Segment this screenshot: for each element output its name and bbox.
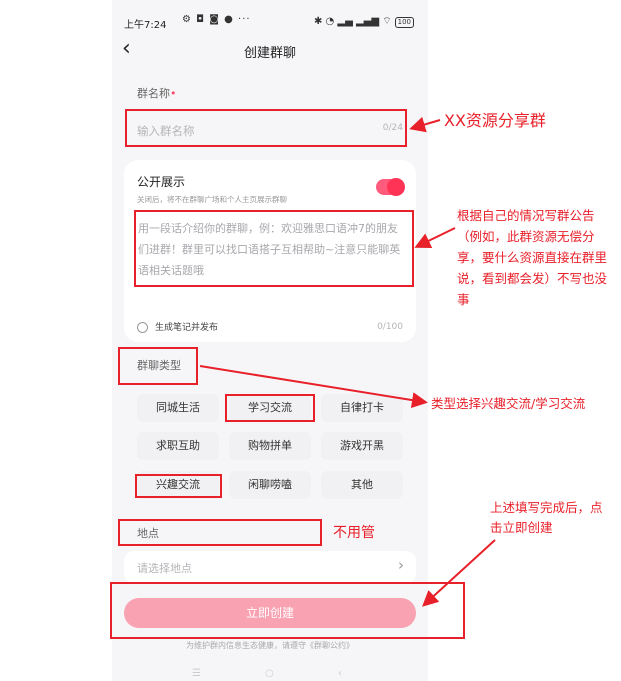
- arrow-submit: [422, 539, 496, 607]
- annotation-type: 类型选择兴趣交流/学习交流: [431, 396, 586, 411]
- annotation-location: 不用管: [333, 525, 375, 541]
- annotation-arrows: [199, 116, 496, 607]
- annotation-name: XX资源分享群: [444, 111, 546, 130]
- arrow-name: [409, 116, 441, 133]
- arrow-intro: [414, 227, 456, 248]
- arrow-type: [199, 365, 428, 408]
- annotation-submit: 上述填写完成后，点击立即创建: [490, 500, 603, 535]
- annotation-intro: 根据自己的情况写群公告（例如，此群资源无偿分享，要什么资源直接在群里说，看到都会…: [457, 208, 608, 307]
